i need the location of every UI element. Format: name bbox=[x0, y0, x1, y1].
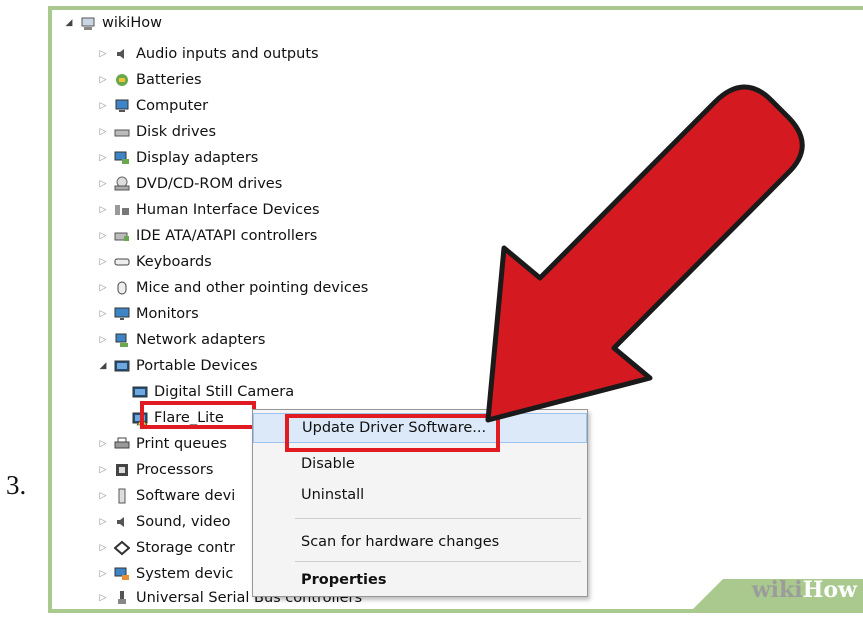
screenshot-frame: ◢ wikiHow ▷ Audio inputs and outputs ▷ B… bbox=[48, 6, 863, 613]
watermark-wiki: wiki bbox=[751, 577, 803, 603]
device-manager-panel: ◢ wikiHow ▷ Audio inputs and outputs ▷ B… bbox=[52, 10, 863, 609]
red-pointer-arrow-icon bbox=[485, 84, 805, 423]
step-number: 3. bbox=[6, 470, 27, 500]
wikihow-watermark: wikiHow bbox=[693, 569, 863, 609]
watermark-how: How bbox=[802, 577, 857, 603]
watermark-text: wikiHow bbox=[752, 577, 857, 603]
